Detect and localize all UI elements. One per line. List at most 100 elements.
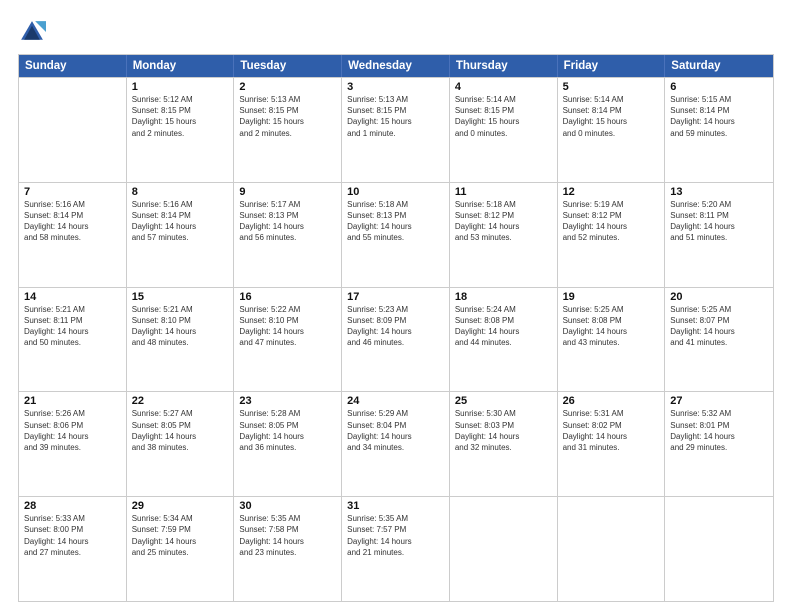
day-info-line: Daylight: 14 hours [347,326,444,337]
day-info-line: Daylight: 14 hours [563,326,660,337]
header-day-tuesday: Tuesday [234,55,342,77]
day-number: 24 [347,395,444,407]
day-info-line: Sunset: 8:01 PM [670,420,768,431]
day-info-line: and 55 minutes. [347,232,444,243]
day-number: 29 [132,500,229,512]
day-info-line: and 31 minutes. [563,442,660,453]
day-cell-empty [558,497,666,601]
day-cell-25: 25Sunrise: 5:30 AMSunset: 8:03 PMDayligh… [450,392,558,496]
header-day-monday: Monday [127,55,235,77]
day-cell-28: 28Sunrise: 5:33 AMSunset: 8:00 PMDayligh… [19,497,127,601]
day-info-line: and 58 minutes. [24,232,121,243]
day-cell-22: 22Sunrise: 5:27 AMSunset: 8:05 PMDayligh… [127,392,235,496]
calendar-row-3: 14Sunrise: 5:21 AMSunset: 8:11 PMDayligh… [19,287,773,392]
day-cell-16: 16Sunrise: 5:22 AMSunset: 8:10 PMDayligh… [234,288,342,392]
day-info-line: Sunrise: 5:13 AM [347,94,444,105]
day-info-line: Daylight: 14 hours [239,536,336,547]
day-info-line: Sunrise: 5:35 AM [347,513,444,524]
day-info-line: Daylight: 14 hours [670,326,768,337]
day-number: 7 [24,186,121,198]
day-number: 1 [132,81,229,93]
day-info-line: and 23 minutes. [239,547,336,558]
day-info-line: and 53 minutes. [455,232,552,243]
day-info-line: and 48 minutes. [132,337,229,348]
day-info-line: Daylight: 14 hours [24,326,121,337]
day-number: 27 [670,395,768,407]
day-cell-empty [450,497,558,601]
day-cell-23: 23Sunrise: 5:28 AMSunset: 8:05 PMDayligh… [234,392,342,496]
day-info-line: and 21 minutes. [347,547,444,558]
day-info-line: Daylight: 14 hours [347,221,444,232]
day-info-line: Sunset: 8:11 PM [24,315,121,326]
day-info-line: and 0 minutes. [455,128,552,139]
day-info-line: Sunrise: 5:22 AM [239,304,336,315]
day-cell-empty [665,497,773,601]
day-cell-5: 5Sunrise: 5:14 AMSunset: 8:14 PMDaylight… [558,78,666,182]
day-info-line: Sunrise: 5:12 AM [132,94,229,105]
day-number: 2 [239,81,336,93]
day-info-line: Sunset: 8:15 PM [347,105,444,116]
day-number: 16 [239,291,336,303]
calendar-row-5: 28Sunrise: 5:33 AMSunset: 8:00 PMDayligh… [19,496,773,601]
day-info-line: Daylight: 14 hours [670,221,768,232]
day-info-line: Sunset: 8:08 PM [455,315,552,326]
day-cell-12: 12Sunrise: 5:19 AMSunset: 8:12 PMDayligh… [558,183,666,287]
day-info-line: Sunset: 8:07 PM [670,315,768,326]
day-info-line: Daylight: 14 hours [24,536,121,547]
day-info-line: Sunset: 8:14 PM [563,105,660,116]
day-info-line: Sunset: 8:12 PM [455,210,552,221]
day-info-line: Sunrise: 5:32 AM [670,408,768,419]
day-info-line: Daylight: 14 hours [347,536,444,547]
calendar-header: SundayMondayTuesdayWednesdayThursdayFrid… [19,55,773,77]
day-info-line: Sunrise: 5:14 AM [563,94,660,105]
day-number: 26 [563,395,660,407]
day-info-line: Sunrise: 5:17 AM [239,199,336,210]
day-info-line: Sunrise: 5:19 AM [563,199,660,210]
day-info-line: Sunset: 8:09 PM [347,315,444,326]
day-info-line: and 2 minutes. [239,128,336,139]
day-info-line: and 44 minutes. [455,337,552,348]
day-cell-4: 4Sunrise: 5:14 AMSunset: 8:15 PMDaylight… [450,78,558,182]
general-blue-logo-icon [18,18,46,46]
day-info-line: Sunset: 7:58 PM [239,524,336,535]
day-info-line: Sunrise: 5:18 AM [347,199,444,210]
day-number: 8 [132,186,229,198]
day-info-line: Daylight: 15 hours [239,116,336,127]
day-info-line: Sunset: 8:10 PM [132,315,229,326]
header-day-thursday: Thursday [450,55,558,77]
day-cell-2: 2Sunrise: 5:13 AMSunset: 8:15 PMDaylight… [234,78,342,182]
day-cell-15: 15Sunrise: 5:21 AMSunset: 8:10 PMDayligh… [127,288,235,392]
day-info-line: and 29 minutes. [670,442,768,453]
day-info-line: and 46 minutes. [347,337,444,348]
day-info-line: Daylight: 14 hours [563,221,660,232]
day-info-line: and 41 minutes. [670,337,768,348]
header-day-friday: Friday [558,55,666,77]
day-info-line: and 52 minutes. [563,232,660,243]
header [18,18,774,46]
day-cell-7: 7Sunrise: 5:16 AMSunset: 8:14 PMDaylight… [19,183,127,287]
day-number: 25 [455,395,552,407]
day-cell-8: 8Sunrise: 5:16 AMSunset: 8:14 PMDaylight… [127,183,235,287]
day-info-line: Daylight: 14 hours [24,431,121,442]
day-info-line: and 32 minutes. [455,442,552,453]
day-cell-3: 3Sunrise: 5:13 AMSunset: 8:15 PMDaylight… [342,78,450,182]
day-number: 3 [347,81,444,93]
day-number: 11 [455,186,552,198]
day-info-line: Sunset: 8:04 PM [347,420,444,431]
day-info-line: Daylight: 14 hours [670,116,768,127]
day-number: 9 [239,186,336,198]
day-number: 28 [24,500,121,512]
day-info-line: Daylight: 15 hours [347,116,444,127]
calendar-row-4: 21Sunrise: 5:26 AMSunset: 8:06 PMDayligh… [19,391,773,496]
header-day-saturday: Saturday [665,55,773,77]
day-info-line: Sunrise: 5:24 AM [455,304,552,315]
day-info-line: Daylight: 14 hours [24,221,121,232]
day-number: 21 [24,395,121,407]
day-info-line: Sunrise: 5:31 AM [563,408,660,419]
header-day-sunday: Sunday [19,55,127,77]
day-number: 13 [670,186,768,198]
day-info-line: Daylight: 14 hours [132,221,229,232]
day-info-line: Sunrise: 5:33 AM [24,513,121,524]
day-info-line: Sunrise: 5:18 AM [455,199,552,210]
calendar-row-1: 1Sunrise: 5:12 AMSunset: 8:15 PMDaylight… [19,77,773,182]
